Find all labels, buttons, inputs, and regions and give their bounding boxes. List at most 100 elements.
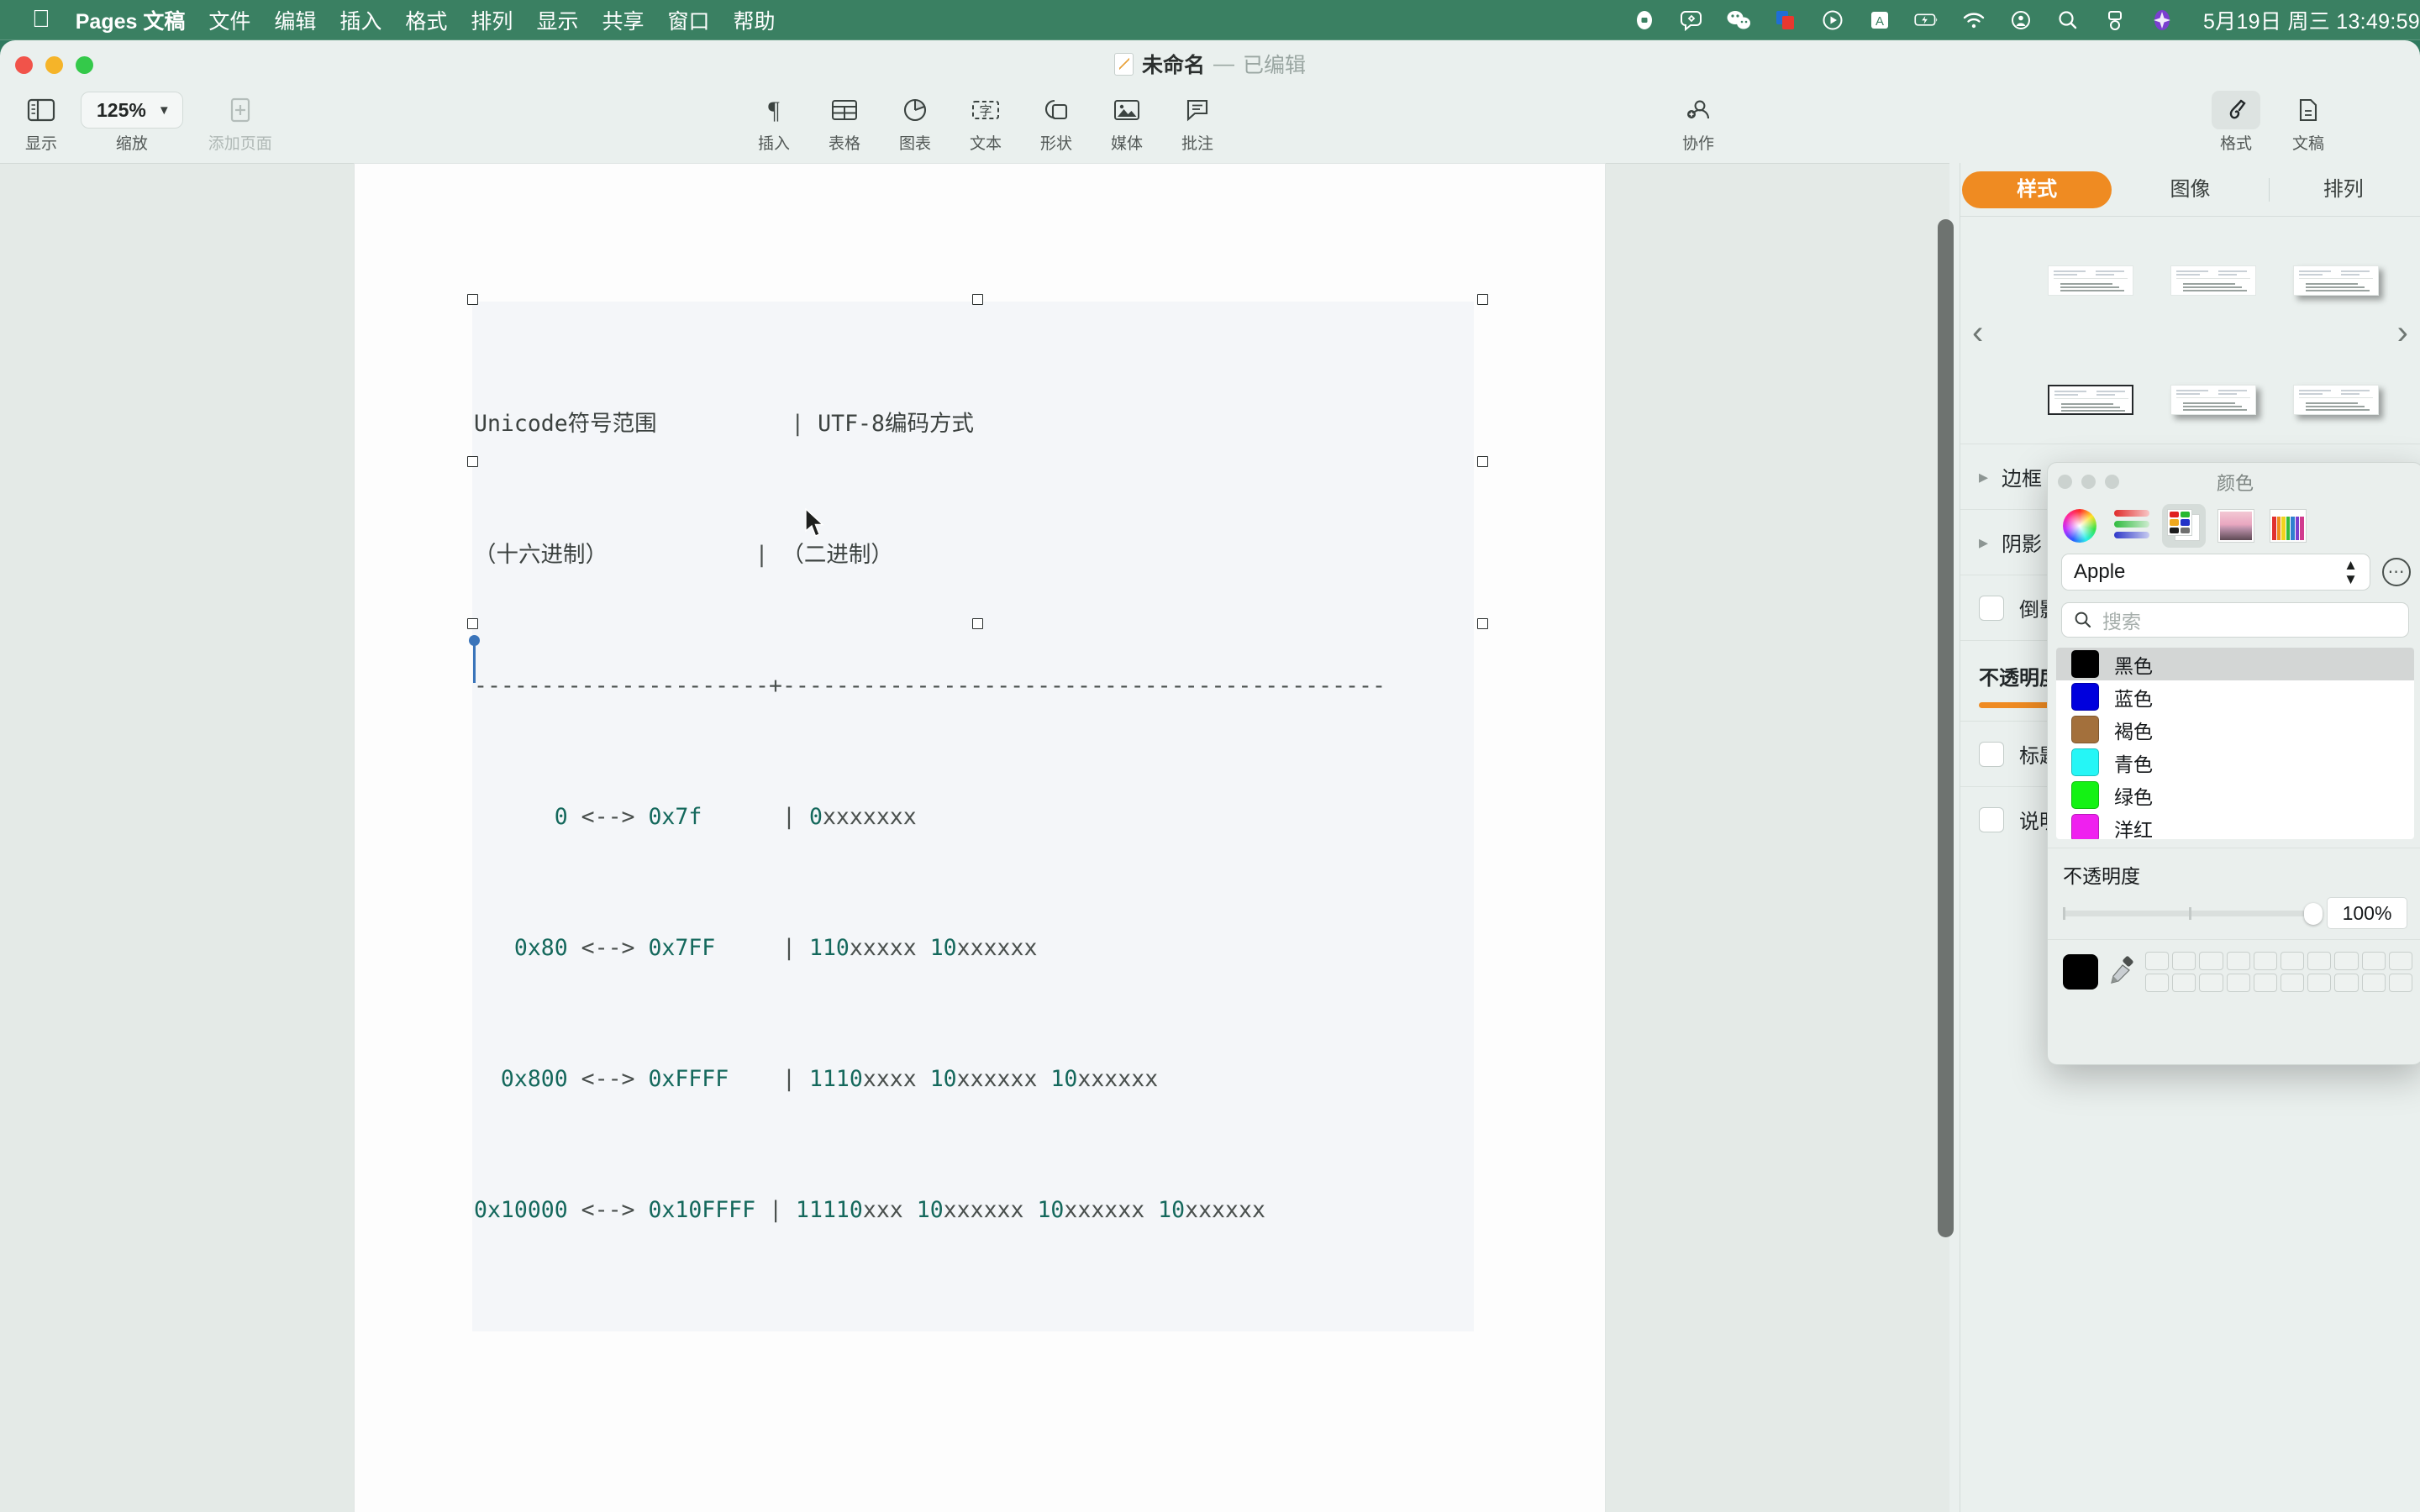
- style-preset-2[interactable]: [2170, 265, 2256, 296]
- toolbar-add-page-button[interactable]: 添加页面: [208, 91, 272, 154]
- caption-checkbox[interactable]: [1979, 807, 2004, 832]
- color-pencils-icon[interactable]: [2266, 504, 2310, 548]
- color-list[interactable]: 黑色 蓝色 褐色 青色 绿色 洋红: [2056, 648, 2414, 839]
- style-presets-prev-arrow[interactable]: ‹: [1972, 316, 1983, 349]
- toolbar-table-button[interactable]: 表格: [818, 91, 871, 154]
- swatch-slot[interactable]: [2172, 974, 2196, 992]
- toolbar-insert-button[interactable]: ¶ 插入: [748, 91, 800, 154]
- toolbar-format-button[interactable]: 格式: [2210, 91, 2262, 154]
- menu-item-insert[interactable]: 插入: [339, 5, 381, 35]
- swatch-slot[interactable]: [2199, 952, 2223, 970]
- style-preset-3[interactable]: [2293, 265, 2379, 296]
- tab-image[interactable]: 图像: [2115, 171, 2265, 208]
- siri-bubble-icon[interactable]: [1679, 8, 1704, 33]
- document-canvas[interactable]: Unicode符号范围 | UTF-8编码方式 （十六进制） | （二进制） -…: [0, 163, 1949, 1512]
- search-icon[interactable]: [2055, 8, 2081, 33]
- document-page[interactable]: Unicode符号范围 | UTF-8编码方式 （十六进制） | （二进制） -…: [355, 164, 1605, 1512]
- qq-icon[interactable]: [1773, 8, 1798, 33]
- color-palettes-icon[interactable]: [2162, 504, 2206, 548]
- swatch-slot[interactable]: [2334, 952, 2358, 970]
- color-swatch-slots[interactable]: [2145, 952, 2412, 992]
- document-title-area[interactable]: 未命名 — 已编辑: [0, 40, 2420, 87]
- colors-panel-zoom-button[interactable]: [2105, 475, 2119, 489]
- style-presets-next-arrow[interactable]: ›: [2397, 316, 2408, 349]
- color-image-icon[interactable]: [2214, 504, 2258, 548]
- apple-logo-icon[interactable]: : [32, 8, 50, 32]
- colors-opacity-knob[interactable]: [2304, 903, 2323, 925]
- colors-panel[interactable]: 颜色: [2047, 462, 2420, 1065]
- color-wheel-icon[interactable]: [2058, 504, 2102, 548]
- menu-item-view[interactable]: 显示: [536, 5, 578, 35]
- swatch-slot[interactable]: [2227, 952, 2250, 970]
- selection-handle-top-center[interactable]: [972, 294, 983, 305]
- menu-app-name[interactable]: Pages 文稿: [76, 5, 186, 35]
- menu-item-share[interactable]: 共享: [602, 5, 644, 35]
- color-row-cyan[interactable]: 青色: [2056, 746, 2414, 779]
- swatch-slot[interactable]: [2281, 952, 2304, 970]
- swatch-slot[interactable]: [2362, 952, 2386, 970]
- swatch-slot[interactable]: [2307, 974, 2331, 992]
- display-icon[interactable]: [2102, 8, 2128, 33]
- toolbar-document-button[interactable]: 文稿: [2282, 91, 2334, 154]
- style-preset-1[interactable]: [2048, 265, 2133, 296]
- selection-handle-bottom-right[interactable]: [1477, 618, 1488, 629]
- toolbar-text-button[interactable]: 字 文本: [960, 91, 1012, 154]
- color-row-magenta[interactable]: 洋红: [2056, 811, 2414, 839]
- swatch-slot[interactable]: [2254, 974, 2277, 992]
- palette-more-button[interactable]: ⋯: [2382, 558, 2411, 586]
- play-circle-icon[interactable]: [1820, 8, 1845, 33]
- selection-handle-top-right[interactable]: [1477, 294, 1488, 305]
- swatch-slot[interactable]: [2362, 974, 2386, 992]
- swatch-slot[interactable]: [2334, 974, 2358, 992]
- toolbar-media-button[interactable]: 媒体: [1101, 91, 1153, 154]
- menu-item-help[interactable]: 帮助: [733, 5, 775, 35]
- swatch-slot[interactable]: [2281, 974, 2304, 992]
- reflection-checkbox[interactable]: [1979, 596, 2004, 621]
- swatch-slot[interactable]: [2389, 952, 2412, 970]
- menu-item-arrange[interactable]: 排列: [471, 5, 513, 35]
- colors-opacity-value[interactable]: 100%: [2327, 897, 2407, 929]
- selection-handle-top-left[interactable]: [467, 294, 478, 305]
- control-center-icon[interactable]: [2008, 8, 2033, 33]
- toolbar-zoom-control[interactable]: 125% ▼ 缩放: [81, 91, 183, 154]
- toolbar-comment-button[interactable]: 批注: [1171, 91, 1223, 154]
- tab-style[interactable]: 样式: [1962, 171, 2112, 208]
- menu-bar-clock[interactable]: 5月19日 周三 13:49:59: [2203, 5, 2420, 35]
- selection-handle-bottom-left[interactable]: [467, 618, 478, 629]
- vertical-scrollbar[interactable]: [1938, 219, 1954, 1237]
- swatch-slot[interactable]: [2172, 952, 2196, 970]
- siri-orb-icon[interactable]: [2149, 8, 2175, 33]
- menu-item-window[interactable]: 窗口: [667, 5, 709, 35]
- tab-arrange[interactable]: 排列: [2269, 171, 2418, 208]
- menu-item-file[interactable]: 文件: [208, 5, 250, 35]
- current-color-swatch[interactable]: [2063, 954, 2098, 990]
- color-search-field[interactable]: 搜索: [2061, 602, 2409, 638]
- eyedropper-icon[interactable]: [2108, 956, 2135, 988]
- color-row-blue[interactable]: 蓝色: [2056, 680, 2414, 713]
- input-source-a-icon[interactable]: A: [1867, 8, 1892, 33]
- record-stop-icon[interactable]: [1632, 8, 1657, 33]
- colors-panel-close-button[interactable]: [2058, 475, 2072, 489]
- battery-charging-icon[interactable]: [1914, 8, 1939, 33]
- color-sliders-icon[interactable]: [2110, 504, 2154, 548]
- swatch-slot[interactable]: [2227, 974, 2250, 992]
- code-block-image[interactable]: Unicode符号范围 | UTF-8编码方式 （十六进制） | （二进制） -…: [472, 302, 1474, 1331]
- toolbar-collaborate-button[interactable]: 协作: [1672, 91, 1724, 154]
- color-row-black[interactable]: 黑色: [2056, 648, 2414, 680]
- zoom-dropdown[interactable]: 125% ▼: [81, 92, 183, 129]
- selection-handle-middle-left[interactable]: [467, 456, 478, 467]
- toolbar-chart-button[interactable]: 图表: [889, 91, 941, 154]
- color-row-green[interactable]: 绿色: [2056, 779, 2414, 811]
- document-name[interactable]: 未命名: [1142, 49, 1205, 79]
- wifi-icon[interactable]: [1961, 8, 1986, 33]
- menu-item-format[interactable]: 格式: [405, 5, 447, 35]
- toolbar-shape-button[interactable]: 形状: [1030, 91, 1082, 154]
- toolbar-view-button[interactable]: 显示: [15, 91, 67, 154]
- style-preset-6[interactable]: [2293, 385, 2379, 415]
- swatch-slot[interactable]: [2199, 974, 2223, 992]
- selection-handle-bottom-center[interactable]: [972, 618, 983, 629]
- colors-opacity-slider[interactable]: [2063, 911, 2315, 916]
- menu-item-edit[interactable]: 编辑: [274, 5, 316, 35]
- palette-select[interactable]: Apple ▲▼: [2061, 554, 2370, 591]
- style-preset-5[interactable]: [2170, 385, 2256, 415]
